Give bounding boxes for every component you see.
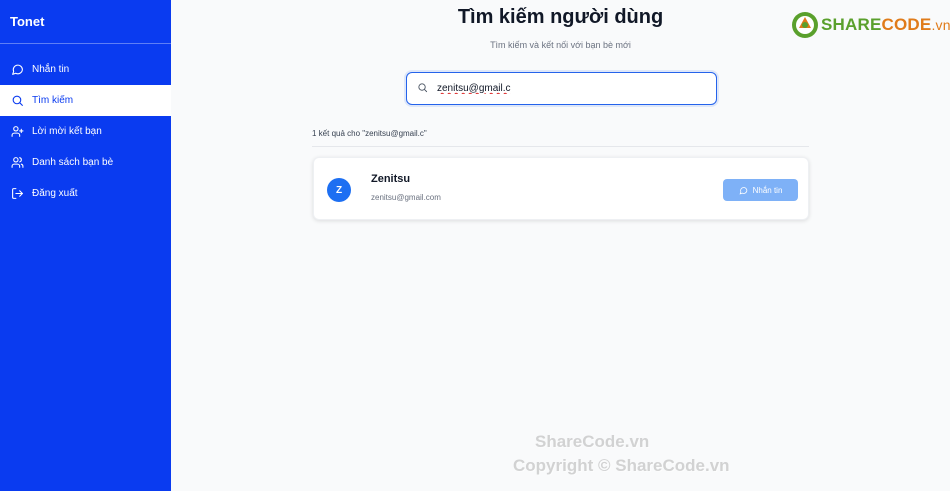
sidebar-item-label: Danh sách bạn bè [32,157,114,168]
sharecode-logo-icon [792,12,818,38]
user-result-card: Z Zenitsu zenitsu@gmail.com Nhắn tin [313,157,809,220]
message-button[interactable]: Nhắn tin [723,179,798,201]
sidebar-item-friend-requests[interactable]: Lời mời kết bạn [0,116,171,147]
sidebar-item-label: Tìm kiếm [32,95,74,106]
watermark-copyright: Copyright © ShareCode.vn [513,456,730,475]
logo-code: CODE [881,15,932,34]
search-input[interactable] [437,83,697,94]
divider [312,146,809,147]
sidebar-item-logout[interactable]: Đăng xuất [0,178,171,209]
sidebar-item-friends[interactable]: Danh sách bạn bè [0,147,171,178]
search-box[interactable] [406,72,717,105]
user-plus-icon [11,125,24,138]
page-subtitle: Tìm kiếm và kết nối với bạn bè mới [490,40,631,50]
message-button-label: Nhắn tin [752,185,783,195]
search-icon [417,80,428,98]
avatar: Z [327,178,351,202]
sidebar-nav: Nhắn tin Tìm kiếm Lời mời kết bạn Danh s… [0,54,171,209]
logo-share: SHARE [821,15,882,34]
sidebar-item-label: Nhắn tin [32,64,70,75]
logout-icon [11,187,24,200]
chat-icon [739,186,747,195]
app-brand: Tonet [0,0,171,44]
logo-text: SHARECODE.vn [821,15,950,35]
sidebar-item-label: Lời mời kết bạn [32,126,102,137]
sidebar-item-search[interactable]: Tìm kiếm [0,85,171,116]
main-content: Tìm kiếm người dùng Tìm kiếm và kết nối … [171,0,950,491]
user-name: Zenitsu [371,173,411,185]
search-icon [11,94,24,107]
user-email: zenitsu@gmail.com [371,193,441,202]
sharecode-logo: SHARECODE.vn [791,11,950,39]
result-count: 1 kết quả cho "zenitsu@gmail.c" [312,129,427,138]
sidebar: Tonet Nhắn tin Tìm kiếm Lời mời kết bạn … [0,0,171,491]
watermark-text: ShareCode.vn [535,432,650,451]
chat-icon [11,63,24,76]
sidebar-item-messages[interactable]: Nhắn tin [0,54,171,85]
users-icon [11,156,24,169]
logo-vn: .vn [931,17,950,33]
sidebar-item-label: Đăng xuất [32,188,78,199]
